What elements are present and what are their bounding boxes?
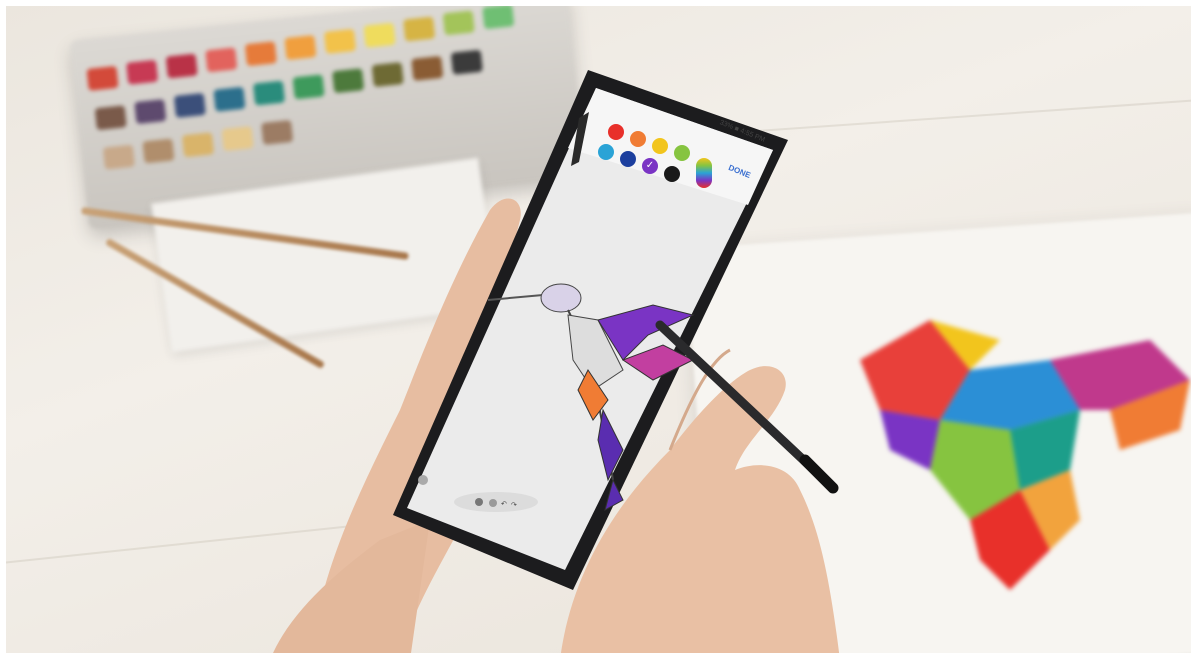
- undo-icon: ↶: [501, 501, 507, 508]
- paint-well: [403, 16, 436, 42]
- menu-icon: [418, 475, 428, 485]
- paint-well: [442, 10, 475, 36]
- paint-well: [213, 86, 246, 112]
- paint-well: [126, 59, 159, 85]
- paint-well: [173, 92, 206, 118]
- paint-well: [292, 74, 325, 100]
- eraser-tool-icon: [489, 499, 497, 507]
- painted-hummingbird: [860, 320, 1190, 590]
- paint-well: [244, 41, 277, 67]
- paint-well: [102, 144, 135, 170]
- paint-well: [142, 138, 175, 164]
- paint-well: [332, 68, 365, 94]
- paint-well: [482, 4, 515, 30]
- paint-well: [363, 22, 396, 48]
- paint-well: [284, 35, 317, 61]
- paint-well: [205, 47, 238, 73]
- paint-well: [94, 105, 127, 131]
- paint-well: [134, 99, 167, 125]
- s-pen-stylus: [655, 320, 839, 494]
- paint-well: [165, 53, 198, 79]
- marker-tool-icon: [475, 498, 483, 506]
- paint-well: [181, 132, 215, 158]
- paint-well: [323, 28, 357, 54]
- paint-well: [221, 126, 254, 152]
- paint-well: [252, 80, 286, 106]
- paint-well: [86, 65, 119, 91]
- paint-well: [261, 119, 294, 145]
- photo-scene: ↶ ↷ 33% ■ 4:55 PM DONE ✓: [0, 0, 1197, 659]
- redo-icon: ↷: [511, 502, 517, 509]
